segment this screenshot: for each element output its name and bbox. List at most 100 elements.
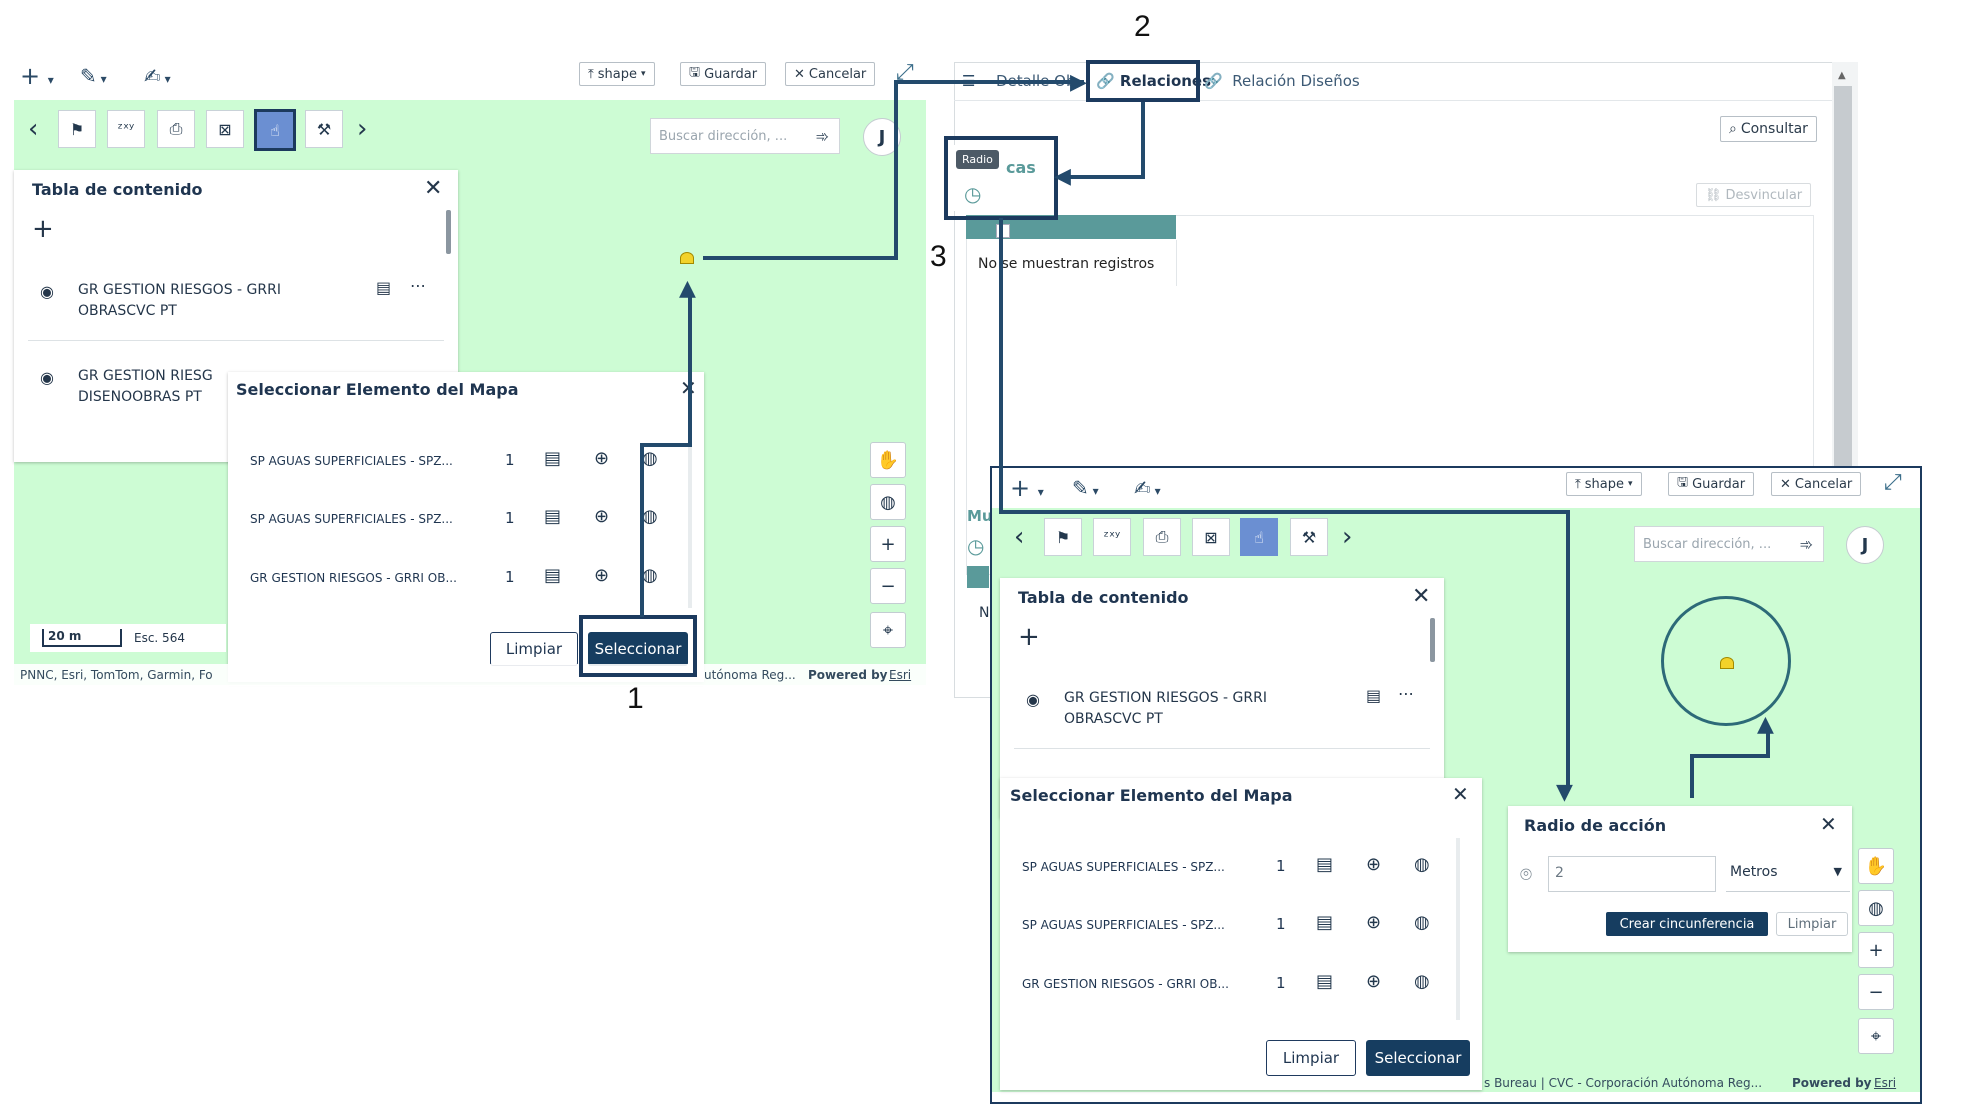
table-icon[interactable]: ▤ [1316, 912, 1333, 933]
select-tool-button[interactable]: ☝ [254, 109, 296, 151]
edit-icon[interactable]: ✍ ▾ [1134, 476, 1161, 500]
close-icon[interactable]: ✕ [1820, 812, 1837, 836]
draw-icon[interactable]: ✎ ▾ [1072, 476, 1099, 500]
pan-icon[interactable]: ✋ [1858, 848, 1894, 884]
search-input[interactable]: Buscar dirección, ... ➾ [1634, 526, 1824, 562]
add-layer-icon[interactable]: + [1018, 622, 1040, 652]
globe-icon[interactable]: ◍ [870, 484, 906, 520]
scrollbar-thumb[interactable] [1834, 86, 1852, 466]
table-icon[interactable]: ▤ [376, 278, 391, 297]
pan-icon[interactable]: ✋ [870, 442, 906, 478]
more-icon[interactable]: ⋯ [410, 276, 426, 295]
draw-icon[interactable]: ✎ ▾ [80, 64, 107, 88]
select-tool-button[interactable]: ☝ [1240, 518, 1278, 556]
close-icon[interactable]: ✕ [1452, 782, 1469, 806]
more-icon[interactable]: ⋯ [1398, 684, 1414, 703]
zoom-in-icon[interactable]: ⊕ [594, 448, 609, 469]
table-icon[interactable]: ▤ [544, 565, 561, 586]
coordinates-tool-button[interactable]: ᶻˣʸ [107, 110, 145, 148]
measure-tool-button[interactable]: ⚒ [305, 110, 343, 148]
print-tool-button[interactable]: ⎙ [157, 110, 195, 148]
flag-tool-button[interactable]: ⚑ [58, 110, 96, 148]
upload-shape-button[interactable]: ⤒ shape ▾ [579, 62, 655, 86]
chevron-right-icon[interactable]: › [357, 114, 367, 144]
search-go-icon[interactable]: ➾ [1800, 535, 1813, 554]
scrollbar[interactable] [1456, 838, 1460, 1020]
expand-icon[interactable]: ⤢ [1884, 470, 1902, 495]
map-feature-point[interactable] [1720, 657, 1734, 669]
measure-tool-button[interactable]: ⚒ [1290, 518, 1328, 556]
add-icon[interactable]: + ▾ [1010, 474, 1044, 502]
save-button[interactable]: 🖫 Guardar [680, 62, 767, 86]
chevron-left-icon[interactable]: ‹ [1014, 522, 1024, 552]
arrow-down-icon: ▼ [1556, 780, 1573, 805]
table-icon[interactable]: ▤ [1366, 686, 1381, 705]
search-go-icon[interactable]: ➾ [816, 127, 829, 146]
map-feature-point[interactable] [680, 252, 694, 264]
flag-tool-button[interactable]: ⚑ [1044, 518, 1082, 556]
layer-item[interactable]: GR GESTION RIESG DISENOOBRAS PT [78, 366, 213, 408]
search-input[interactable]: Buscar dirección, ... ➾ [650, 118, 840, 154]
upload-shape-button[interactable]: ⤒ shape ▾ [1566, 472, 1642, 496]
table-icon[interactable]: ▤ [1316, 854, 1333, 875]
layer-item[interactable]: GR GESTION RIESGOS - GRRI OBRASCVC PT [1064, 688, 1267, 730]
eye-icon[interactable]: ◉ [40, 282, 54, 301]
zoom-in-icon[interactable]: ⊕ [1366, 854, 1381, 875]
globe-icon[interactable]: ◍ [642, 448, 658, 469]
user-avatar[interactable]: J [1846, 526, 1884, 564]
zoom-in-icon[interactable]: ⊕ [594, 506, 609, 527]
map-layer-tool-button[interactable]: ⊠ [1192, 518, 1230, 556]
cancel-button[interactable]: ✕ Cancelar [785, 62, 876, 86]
map-layer-tool-button[interactable]: ⊠ [206, 110, 244, 148]
close-icon[interactable]: ✕ [1412, 584, 1430, 609]
table-icon[interactable]: ▤ [544, 448, 561, 469]
zoom-out-button[interactable]: − [1858, 974, 1894, 1010]
zoom-in-button[interactable]: + [1858, 932, 1894, 968]
radius-input[interactable]: 2 [1548, 856, 1716, 892]
scroll-up-icon[interactable]: ▲ [1838, 70, 1846, 81]
coordinates-tool-button[interactable]: ᶻˣʸ [1093, 518, 1131, 556]
eye-icon[interactable]: ◉ [1026, 690, 1040, 709]
scrollbar[interactable] [688, 428, 692, 608]
zoom-out-button[interactable]: − [870, 568, 906, 604]
globe-icon[interactable]: ◍ [1858, 890, 1894, 926]
globe-icon[interactable]: ◍ [642, 506, 658, 527]
tab-design-relations[interactable]: 🔗 Relación Diseños [1204, 72, 1360, 90]
select-button[interactable]: Seleccionar [1366, 1040, 1470, 1076]
globe-icon[interactable]: ◍ [1414, 912, 1430, 933]
globe-icon[interactable]: ◍ [1414, 971, 1430, 992]
locate-icon[interactable]: ⌖ [870, 612, 906, 648]
layer-item[interactable]: GR GESTION RIESGOS - GRRI OBRASCVC PT [78, 280, 281, 322]
zoom-in-icon[interactable]: ⊕ [1366, 912, 1381, 933]
close-icon[interactable]: ✕ [424, 176, 442, 201]
unlink-button[interactable]: ⛓ Desvincular [1696, 183, 1812, 207]
chevron-left-icon[interactable]: ‹ [28, 114, 38, 144]
radius-check-icon[interactable]: ◷ [967, 534, 984, 558]
zoom-in-icon[interactable]: ⊕ [1366, 971, 1381, 992]
unit-select[interactable]: Metros ▼ [1726, 856, 1850, 892]
clear-button[interactable]: Limpiar [490, 632, 578, 666]
globe-icon[interactable]: ◍ [1414, 854, 1430, 875]
scrollbar[interactable] [446, 210, 451, 254]
table-icon[interactable]: ▤ [544, 506, 561, 527]
locate-icon[interactable]: ⌖ [1858, 1018, 1894, 1054]
chevron-right-icon[interactable]: › [1342, 522, 1352, 552]
eye-icon[interactable]: ◉ [40, 368, 54, 387]
esri-link[interactable]: Esri [889, 668, 911, 682]
save-button[interactable]: 🖫 Guardar [1668, 472, 1755, 496]
edit-icon[interactable]: ✍ ▾ [144, 64, 171, 88]
add-icon[interactable]: + ▾ [20, 62, 54, 90]
add-layer-icon[interactable]: + [32, 214, 54, 244]
print-tool-button[interactable]: ⎙ [1143, 518, 1181, 556]
create-circle-button[interactable]: Crear cincunferencia [1606, 912, 1768, 936]
esri-link[interactable]: Esri [1874, 1076, 1896, 1090]
zoom-in-icon[interactable]: ⊕ [594, 565, 609, 586]
table-icon[interactable]: ▤ [1316, 971, 1333, 992]
consult-button[interactable]: ⌕ Consultar [1720, 116, 1817, 142]
cancel-button[interactable]: ✕ Cancelar [1771, 472, 1862, 496]
clear-button[interactable]: Limpiar [1266, 1040, 1356, 1076]
zoom-in-button[interactable]: + [870, 526, 906, 562]
clear-radius-button[interactable]: Limpiar [1776, 912, 1848, 936]
scrollbar[interactable] [1430, 618, 1435, 662]
globe-icon[interactable]: ◍ [642, 565, 658, 586]
